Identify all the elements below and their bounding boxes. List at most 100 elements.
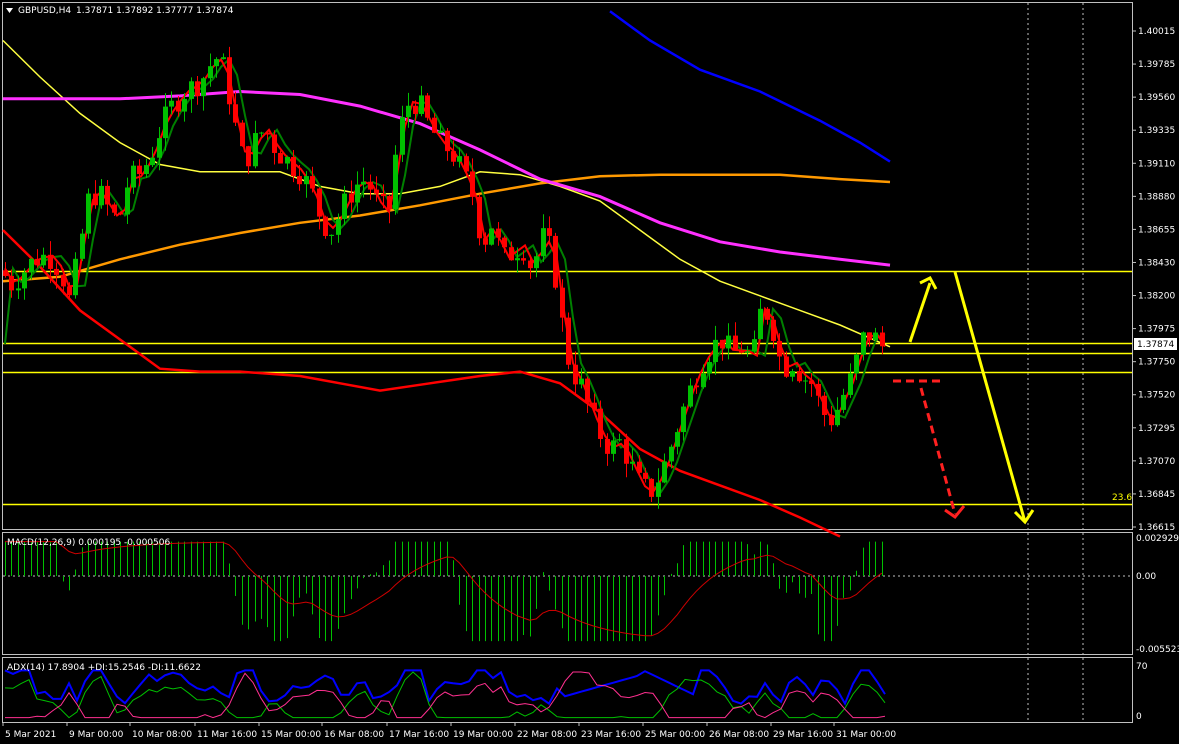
candle-body	[35, 258, 40, 266]
candle-body	[233, 104, 238, 123]
candle-body	[566, 317, 571, 365]
dropdown-triangle-icon[interactable]	[6, 8, 13, 13]
candle-body	[835, 409, 840, 426]
candle-body	[784, 356, 789, 377]
price-tick-label: 1.37975	[1138, 325, 1175, 335]
candle-body	[144, 165, 149, 175]
candle-body	[809, 380, 814, 384]
candle-body	[361, 181, 366, 185]
candle-body	[195, 81, 200, 97]
candle-body	[118, 212, 123, 215]
candle-body	[329, 234, 334, 236]
yellow-down-arrow	[953, 271, 1027, 523]
scenario-arrows[interactable]	[893, 271, 1035, 525]
price-tick-label: 1.37070	[1138, 457, 1175, 467]
macd-label: MACD(12,26,9) 0.000195 -0.000506	[7, 538, 170, 548]
time-tick-label: 9 Mar 00:00	[69, 730, 124, 740]
candle-body	[797, 371, 802, 382]
candle-body	[777, 340, 782, 357]
candle-body	[880, 332, 885, 347]
candle-body	[259, 132, 264, 134]
time-tick-label: 19 Mar 00:00	[453, 730, 513, 740]
candle-body	[310, 176, 315, 189]
candle-body	[246, 146, 251, 167]
price-axis: 1.40015 1.39785 1.39560 1.39335 1.39110 1.388…	[1132, 27, 1175, 533]
candle-body	[387, 196, 392, 210]
price-tick-label: 1.39560	[1138, 93, 1175, 103]
adx-axis-bottom: 0	[1136, 712, 1142, 722]
ohlc-label: 1.37871 1.37892 1.37777 1.37874	[76, 6, 234, 16]
vertical-grid	[1027, 3, 1084, 722]
candle-body	[726, 335, 731, 349]
candle-body	[822, 395, 827, 416]
candle-body	[867, 332, 872, 341]
fib-label: 23.6	[1112, 493, 1132, 503]
candle-body	[841, 394, 846, 410]
time-tick-label: 22 Mar 08:00	[517, 730, 577, 740]
candle-body	[137, 165, 142, 175]
candle-body	[163, 106, 168, 139]
candle-body	[221, 57, 226, 60]
candle-body	[157, 138, 162, 158]
candle-body	[208, 66, 213, 79]
candle-body	[67, 286, 72, 296]
time-tick-label: 23 Mar 16:00	[581, 730, 641, 740]
candle-body	[483, 238, 488, 245]
time-tick-label: 10 Mar 08:00	[132, 730, 192, 740]
candle-body	[438, 130, 443, 133]
candle-body	[739, 350, 744, 353]
candle-body	[22, 272, 27, 289]
candle-body	[713, 339, 718, 363]
candle-body	[464, 156, 469, 172]
candle-body	[758, 308, 763, 340]
candle-body	[272, 134, 277, 153]
candle-body	[701, 373, 706, 388]
candle-body	[93, 193, 98, 206]
candle-body	[189, 81, 194, 99]
candle-body	[99, 185, 104, 206]
candle-body	[515, 258, 520, 261]
time-axis: 5 Mar 2021 9 Mar 00:00 10 Mar 08:00 11 Mar …	[2, 722, 896, 740]
candle-body	[496, 228, 501, 238]
candle-body	[675, 432, 680, 447]
red-fast-ma-line	[4, 57, 886, 494]
price-tick-label: 1.38880	[1138, 192, 1175, 202]
price-tick-label: 1.38655	[1138, 225, 1175, 235]
yellow-ma-line	[2, 39, 891, 348]
time-tick-label: 5 Mar 2021	[5, 730, 56, 740]
trading-chart[interactable]: GBPUSD,H4 1.37871 1.37892 1.37777 1.3787…	[0, 0, 1179, 744]
minus-di-line	[5, 671, 886, 719]
candle-body	[669, 446, 674, 462]
candle-body	[150, 157, 155, 166]
orange-ma-line	[2, 173, 891, 283]
candle-body	[9, 275, 14, 291]
green-signal-ma-line	[4, 57, 886, 494]
candle-body	[573, 364, 578, 385]
time-tick-label: 11 Mar 16:00	[197, 730, 257, 740]
candle-body	[528, 260, 533, 269]
candle-body	[624, 439, 629, 464]
candle-body	[125, 187, 130, 215]
candle-body	[393, 154, 398, 210]
candle-body	[374, 189, 379, 194]
candle-body	[861, 332, 866, 355]
red-slow-ma-line	[2, 229, 841, 538]
candle-body	[617, 439, 622, 441]
candle-body	[681, 406, 686, 433]
time-tick-label: 17 Mar 16:00	[389, 730, 449, 740]
candle-body	[688, 385, 693, 407]
candle-body	[720, 339, 725, 349]
candle-body	[534, 256, 539, 269]
candle-body	[355, 184, 360, 203]
candle-body	[553, 235, 558, 288]
candle-body	[547, 228, 552, 236]
candle-body	[432, 117, 437, 133]
candle-body	[425, 95, 430, 118]
candle-body	[560, 287, 565, 318]
candle-body	[694, 385, 699, 388]
candle-body	[765, 308, 770, 320]
blue-ma-line	[609, 10, 891, 163]
candle-body	[752, 339, 757, 352]
macd-axis-bottom: -0.005523	[1136, 645, 1179, 655]
price-tick-label: 1.37295	[1138, 424, 1175, 434]
